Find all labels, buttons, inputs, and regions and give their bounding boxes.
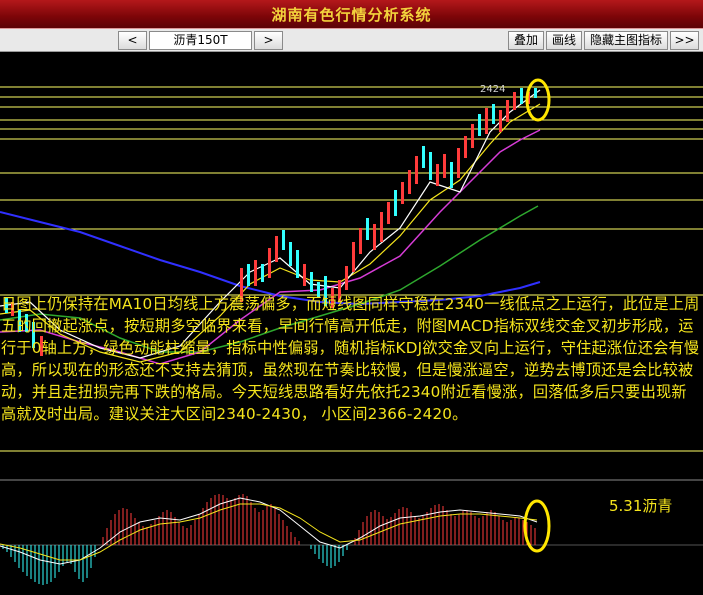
candle xyxy=(443,154,446,178)
candle xyxy=(282,230,285,250)
candle xyxy=(436,164,439,186)
macd-label: 5.31沥青 xyxy=(609,497,673,515)
candle xyxy=(296,250,299,278)
candle xyxy=(485,108,488,134)
candle xyxy=(303,264,306,286)
overlay-button[interactable]: 叠加 xyxy=(508,31,544,50)
candle xyxy=(401,182,404,204)
toolbar: < 沥青150T > 叠加 画线 隐藏主图指标 >> xyxy=(0,29,703,52)
candle xyxy=(254,260,257,286)
macd-red-bars xyxy=(102,494,536,545)
app-title: 湖南有色行情分析系统 xyxy=(271,6,432,24)
candle xyxy=(422,146,425,168)
highlight-circle-price xyxy=(525,78,551,122)
highlight-circle-macd xyxy=(523,499,551,553)
candle xyxy=(387,202,390,224)
candle xyxy=(457,148,460,178)
candle xyxy=(415,156,418,184)
candle xyxy=(506,100,509,122)
macd-panel xyxy=(0,494,703,585)
candle xyxy=(366,218,369,240)
candle xyxy=(513,92,516,110)
candle xyxy=(247,264,250,286)
candle xyxy=(534,88,537,98)
candle xyxy=(499,110,502,132)
candle xyxy=(268,248,271,278)
title-bar: 湖南有色行情分析系统 xyxy=(0,0,703,29)
candle xyxy=(359,228,362,254)
candle xyxy=(373,224,376,250)
hide-main-indicator-button[interactable]: 隐藏主图指标 xyxy=(584,31,668,50)
candle xyxy=(429,152,432,180)
macd-green-bars xyxy=(2,545,348,585)
prev-symbol-button[interactable]: < xyxy=(118,31,147,50)
candle xyxy=(478,114,481,136)
commentary-text: 日图上仍保持在MA10日均线上方震荡偏多，而短线图同样守稳在2340一线低点之上… xyxy=(1,295,700,423)
next-symbol-button[interactable]: > xyxy=(254,31,283,50)
candle xyxy=(310,272,313,292)
symbol-display[interactable]: 沥青150T xyxy=(149,31,252,50)
more-button[interactable]: >> xyxy=(670,31,699,50)
draw-line-button[interactable]: 画线 xyxy=(546,31,582,50)
candle xyxy=(450,162,453,188)
candle xyxy=(471,124,474,148)
candle xyxy=(352,242,355,272)
candle xyxy=(464,136,467,158)
price-label: 2424 xyxy=(480,84,505,95)
candle xyxy=(520,88,523,104)
candle xyxy=(275,236,278,262)
candle xyxy=(261,264,264,282)
candle xyxy=(408,170,411,194)
candle xyxy=(289,242,292,266)
macd-dif-line xyxy=(0,497,538,565)
macd-dea-line xyxy=(0,503,538,561)
candle xyxy=(394,190,397,216)
candle xyxy=(345,266,348,290)
candle xyxy=(380,212,383,242)
candle xyxy=(492,104,495,124)
